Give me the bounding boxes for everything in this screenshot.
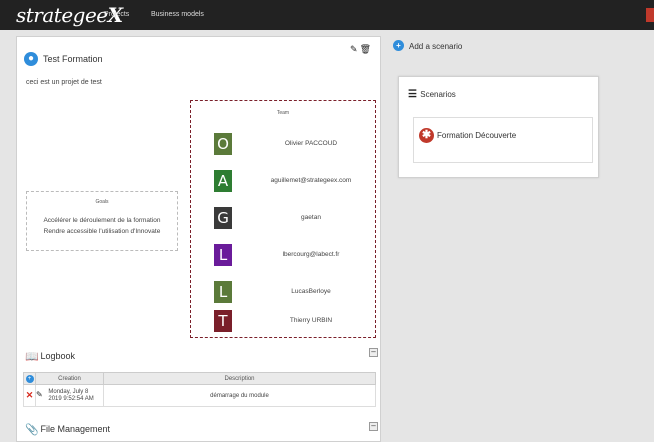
goals-title: Goals	[95, 199, 109, 205]
file-management-collapse-button[interactable]: –	[369, 422, 378, 431]
scenario-name: Formation Découverte	[437, 131, 517, 140]
team-icon: ●	[24, 52, 38, 66]
logbook-header: 📖 Logbook	[25, 350, 75, 363]
edit-icon[interactable]: ✎	[36, 390, 43, 399]
team-member[interactable]: G gaetan	[191, 207, 377, 231]
nav-business-models[interactable]: Business models	[151, 11, 204, 18]
team-title: Team	[276, 110, 290, 116]
column-header: Description	[103, 372, 376, 385]
top-navbar: strategeeX Projects Business models	[0, 0, 654, 30]
trash-icon[interactable]: 🗑	[360, 44, 373, 54]
member-avatar: L	[214, 281, 232, 303]
creation-date: Monday, July 8	[48, 388, 89, 395]
member-name: lbercourg@labect.fr	[282, 251, 340, 258]
user-menu-button[interactable]	[646, 8, 654, 22]
delete-icon[interactable]: ✕	[26, 390, 34, 400]
scenarios-title: Scenarios	[420, 90, 456, 99]
team-member[interactable]: L lbercourg@labect.fr	[191, 244, 377, 268]
scenarios-header: ☰ Scenarios	[408, 89, 456, 100]
book-icon: 📖	[25, 351, 39, 363]
member-name: gaetan	[301, 214, 321, 221]
plus-icon[interactable]: +	[25, 374, 34, 383]
member-avatar: O	[214, 133, 232, 155]
table-row: ✕ ✎ Monday, July 8 2019 9:52:54 AM démar…	[23, 384, 376, 407]
description-cell: démarrage du module	[103, 384, 376, 407]
nav-projects[interactable]: Projects	[104, 11, 129, 18]
file-management-title: File Management	[40, 424, 111, 434]
team-box: Team O Olivier PACCOUD A aguillemet@stra…	[190, 100, 376, 338]
logbook-collapse-button[interactable]: –	[369, 348, 378, 357]
member-name: LucasBerloye	[291, 288, 331, 295]
creation-cell: ✎ Monday, July 8 2019 9:52:54 AM	[35, 384, 104, 407]
goal-item: Rendre accessible l'utilisation d'Innova…	[43, 228, 161, 235]
column-header: Creation	[35, 372, 104, 385]
project-title: Test Formation	[43, 54, 103, 64]
plus-icon: +	[393, 40, 404, 51]
goal-item: Accélérer le déroulement de la formation	[43, 217, 161, 224]
team-member[interactable]: A aguillemet@strategeex.com	[191, 170, 377, 194]
member-name: aguillemet@strategeex.com	[270, 177, 352, 184]
member-name: Olivier PACCOUD	[284, 140, 338, 147]
team-member[interactable]: O Olivier PACCOUD	[191, 133, 377, 157]
member-name: Thierry URBIN	[289, 317, 333, 324]
project-description: ceci est un projet de test	[26, 79, 102, 86]
logo-text: strategee	[16, 3, 108, 27]
scenario-icon: ✱	[419, 128, 434, 143]
goals-box: Goals Accélérer le déroulement de la for…	[26, 191, 178, 251]
add-scenario-label: Add a scenario	[409, 42, 463, 51]
scenario-card[interactable]: ✱ Formation Découverte	[413, 117, 593, 163]
member-avatar: T	[214, 310, 232, 332]
team-member[interactable]: L LucasBerloye	[191, 281, 377, 305]
add-entry-cell[interactable]: +	[23, 372, 36, 385]
project-panel: ● Test Formation ✎🗑 ceci est un projet d…	[16, 36, 381, 442]
logbook-table: + Creation Description ✕ ✎ Monday, July …	[23, 372, 376, 407]
list-icon: ☰	[408, 89, 417, 100]
logbook-title: Logbook	[40, 351, 76, 361]
edit-icon[interactable]: ✎	[350, 44, 360, 54]
scenarios-panel: ☰ Scenarios ✱ Formation Découverte	[398, 76, 599, 178]
row-actions: ✕	[23, 384, 36, 407]
file-management-header: 📎 File Management	[25, 423, 110, 436]
paperclip-icon: 📎	[25, 424, 39, 436]
team-member[interactable]: T Thierry URBIN	[191, 310, 377, 334]
member-avatar: L	[214, 244, 232, 266]
project-actions: ✎🗑	[350, 44, 373, 55]
creation-time: 2019 9:52:54 AM	[48, 395, 94, 402]
member-avatar: A	[214, 170, 232, 192]
member-avatar: G	[214, 207, 232, 229]
